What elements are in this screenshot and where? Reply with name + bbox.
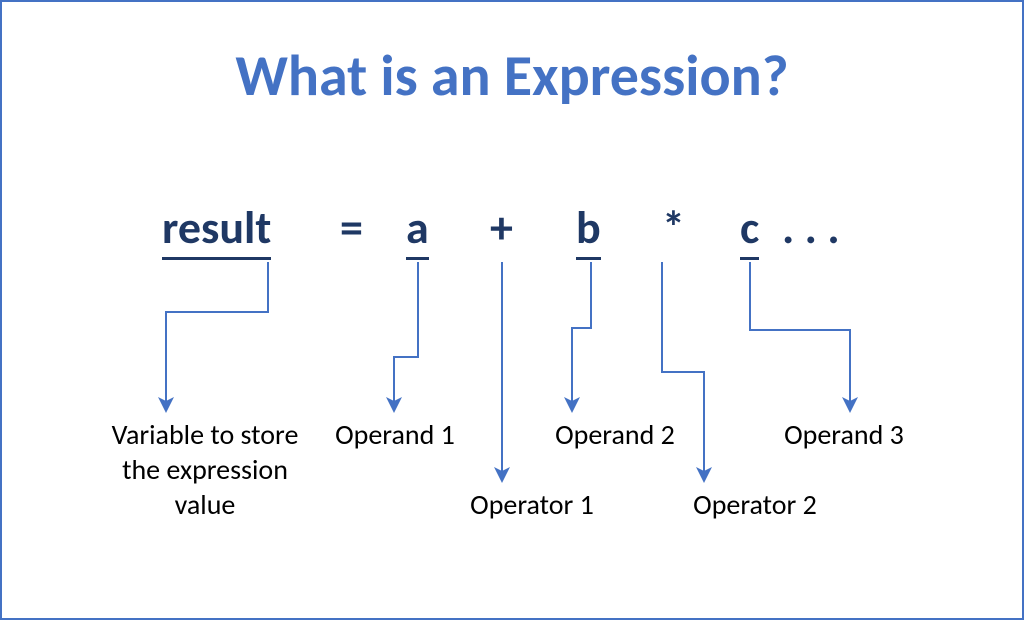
token-dots: . . . [782,200,840,256]
token-a: a [406,200,429,256]
diagram-title: What is an Expression? [2,40,1022,111]
token-equals: = [340,200,363,256]
label-operand-1: Operand 1 [320,417,470,452]
label-operand-3: Operand 3 [764,417,924,452]
token-times: * [662,200,685,256]
label-operand-2: Operand 2 [540,417,690,452]
token-b: b [576,200,601,256]
token-plus: + [490,200,513,256]
label-operator-1: Operator 1 [452,487,612,522]
label-operator-2: Operator 2 [670,487,840,522]
token-c: c [740,200,759,256]
token-result: result [162,200,271,256]
label-variable: Variable to store the expression value [90,417,320,522]
diagram-frame: What is an Expression? result = a + b * … [0,0,1024,620]
